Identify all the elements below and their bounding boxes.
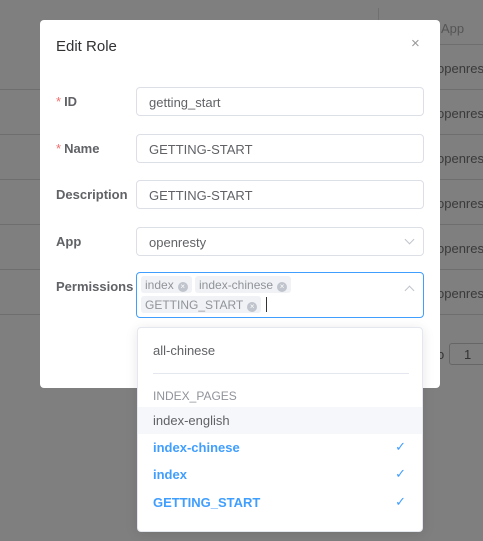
group-divider — [153, 373, 409, 374]
chevron-up-icon — [404, 285, 415, 296]
dialog-title: Edit Role — [56, 38, 117, 55]
description-label: Description — [56, 187, 128, 202]
id-input[interactable]: getting_start — [136, 87, 424, 116]
page-input[interactable]: 1 — [449, 343, 483, 365]
app-select[interactable]: openresty — [136, 227, 424, 256]
tag-index: index × — [141, 276, 192, 293]
id-label: ID — [64, 94, 78, 109]
close-icon[interactable]: × — [411, 35, 420, 52]
id-row: * ID getting_start — [40, 87, 440, 117]
description-input[interactable]: GETTING-START — [136, 180, 424, 209]
permissions-select[interactable]: index × index-chinese × GETTING_START × — [136, 272, 424, 318]
option-index[interactable]: index ✓ — [138, 461, 422, 488]
text-cursor — [266, 297, 267, 312]
name-row: * Name GETTING-START — [40, 134, 440, 164]
check-icon: ✓ — [395, 494, 406, 509]
permissions-label: Permissions — [56, 279, 134, 294]
app-row: App openresty — [40, 227, 440, 257]
option-getting-start[interactable]: GETTING_START ✓ — [138, 489, 422, 516]
option-index-chinese[interactable]: index-chinese ✓ — [138, 434, 422, 461]
app-label: App — [56, 234, 82, 249]
option-index-english[interactable]: index-english — [138, 407, 422, 434]
check-icon: ✓ — [395, 466, 406, 481]
check-icon: ✓ — [395, 439, 406, 454]
name-input[interactable]: GETTING-START — [136, 134, 424, 163]
tag-close-icon[interactable]: × — [177, 282, 188, 292]
description-row: Description GETTING-START — [40, 180, 440, 210]
tag-index-chinese: index-chinese × — [195, 276, 292, 293]
option-all-chinese[interactable]: all-chinese — [138, 337, 422, 364]
permissions-dropdown: all-chinese INDEX_PAGES index-english in… — [137, 327, 423, 532]
tag-close-icon[interactable]: × — [277, 282, 288, 292]
group-title: INDEX_PAGES — [153, 389, 237, 403]
tag-close-icon[interactable]: × — [247, 302, 258, 312]
tag-getting-start: GETTING_START × — [141, 296, 262, 313]
name-label: Name — [64, 141, 100, 156]
chevron-down-icon — [404, 234, 415, 245]
